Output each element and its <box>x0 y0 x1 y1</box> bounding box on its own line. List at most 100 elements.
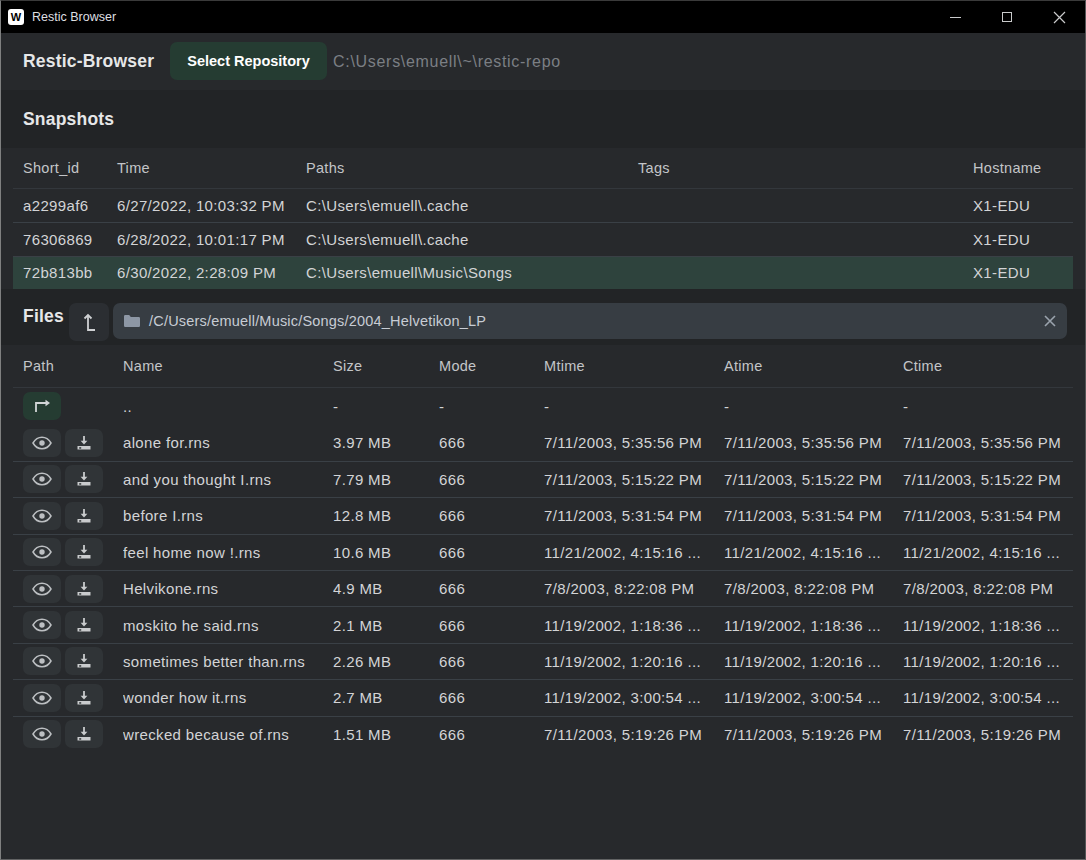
snapshot-time: 6/28/2022, 10:01:17 PM <box>117 231 306 248</box>
download-file-button[interactable] <box>65 502 103 530</box>
download-icon <box>76 581 92 597</box>
file-mode: 666 <box>439 617 544 634</box>
file-row[interactable]: Helvikone.rns 4.9 MB 666 7/8/2003, 8:22:… <box>13 570 1073 606</box>
download-file-button[interactable] <box>65 611 103 639</box>
file-ctime: 11/21/2002, 4:15:16 ... <box>903 544 1073 561</box>
col-paths: Paths <box>306 160 638 176</box>
file-mtime: 11/19/2002, 1:20:16 ... <box>544 653 724 670</box>
minimize-button[interactable] <box>929 1 981 33</box>
file-atime: 7/11/2003, 5:15:22 PM <box>724 471 903 488</box>
snapshot-paths: C:\Users\emuell\.cache <box>306 231 638 248</box>
window-controls <box>929 1 1085 33</box>
file-ctime: 7/8/2003, 8:22:08 PM <box>903 580 1073 597</box>
snapshot-paths: C:\Users\emuell\Music\Songs <box>306 264 638 281</box>
file-mtime: 7/11/2003, 5:19:26 PM <box>544 726 724 743</box>
file-size: 2.1 MB <box>333 617 439 634</box>
file-row[interactable]: moskito he said.rns 2.1 MB 666 11/19/200… <box>13 606 1073 642</box>
download-icon <box>76 690 92 706</box>
parent-directory-row[interactable]: .. - - - - - <box>13 388 1073 424</box>
snapshot-row[interactable]: 76306869 6/28/2022, 10:01:17 PM C:\Users… <box>13 222 1073 255</box>
download-file-button[interactable] <box>65 720 103 748</box>
file-row[interactable]: and you thought I.rns 7.79 MB 666 7/11/2… <box>13 461 1073 497</box>
file-mtime: 11/19/2002, 3:00:54 ... <box>544 689 724 706</box>
file-ctime: 11/19/2002, 3:00:54 ... <box>903 689 1073 706</box>
file-atime: 7/8/2003, 8:22:08 PM <box>724 580 903 597</box>
files-table-header: Path Name Size Mode Mtime Atime Ctime <box>13 345 1073 388</box>
file-ctime: 11/19/2002, 1:18:36 ... <box>903 617 1073 634</box>
col-path: Path <box>23 358 123 374</box>
maximize-icon <box>1002 12 1012 22</box>
file-name: feel home now !.rns <box>123 544 333 561</box>
download-icon <box>76 508 92 524</box>
download-icon <box>76 653 92 669</box>
file-atime: 11/21/2002, 4:15:16 ... <box>724 544 903 561</box>
snapshots-table-header: Short_id Time Paths Tags Hostname <box>13 148 1073 189</box>
file-size: 12.8 MB <box>333 507 439 524</box>
preview-file-button[interactable] <box>23 502 61 530</box>
file-mtime: - <box>544 398 724 415</box>
snapshots-band: Snapshots <box>1 90 1085 148</box>
preview-file-button[interactable] <box>23 647 61 675</box>
maximize-button[interactable] <box>981 1 1033 33</box>
minimize-icon <box>950 17 961 18</box>
download-file-button[interactable] <box>65 429 103 457</box>
download-icon <box>76 726 92 742</box>
toggle-tree-button[interactable] <box>69 303 109 341</box>
eye-icon <box>32 691 52 705</box>
file-atime: 7/11/2003, 5:31:54 PM <box>724 507 903 524</box>
preview-file-button[interactable] <box>23 429 61 457</box>
snapshot-short-id: a2299af6 <box>23 197 117 214</box>
file-ctime: 7/11/2003, 5:19:26 PM <box>903 726 1073 743</box>
col-mtime: Mtime <box>544 358 724 374</box>
file-mode: 666 <box>439 653 544 670</box>
download-file-button[interactable] <box>65 647 103 675</box>
download-file-button[interactable] <box>65 684 103 712</box>
file-mode: 666 <box>439 726 544 743</box>
file-size: 2.26 MB <box>333 653 439 670</box>
file-mode: 666 <box>439 544 544 561</box>
preview-file-button[interactable] <box>23 720 61 748</box>
app-name: Restic-Browser <box>23 51 154 72</box>
snapshot-row[interactable]: 72b813bb 6/30/2022, 2:28:09 PM C:\Users\… <box>13 256 1073 289</box>
file-ctime: - <box>903 398 1073 415</box>
preview-file-button[interactable] <box>23 575 61 603</box>
repository-path: C:\Users\emuell\~\restic-repo <box>333 33 561 90</box>
download-file-button[interactable] <box>65 575 103 603</box>
file-name: and you thought I.rns <box>123 471 333 488</box>
file-size: 1.51 MB <box>333 726 439 743</box>
file-size: 2.7 MB <box>333 689 439 706</box>
snapshot-paths: C:\Users\emuell\.cache <box>306 197 638 214</box>
preview-file-button[interactable] <box>23 538 61 566</box>
file-row[interactable]: wonder how it.rns 2.7 MB 666 11/19/2002,… <box>13 679 1073 715</box>
file-mode: 666 <box>439 689 544 706</box>
download-file-button[interactable] <box>65 538 103 566</box>
file-name: alone for.rns <box>123 434 333 451</box>
files-path-input[interactable]: /C/Users/emuell/Music/Songs/2004_Helveti… <box>113 303 1067 339</box>
col-name: Name <box>123 358 333 374</box>
preview-file-button[interactable] <box>23 684 61 712</box>
close-button[interactable] <box>1033 1 1085 33</box>
snapshot-hostname: X1-EDU <box>973 197 1073 214</box>
file-row[interactable]: before I.rns 12.8 MB 666 7/11/2003, 5:31… <box>13 497 1073 533</box>
file-atime: 11/19/2002, 3:00:54 ... <box>724 689 903 706</box>
clear-path-button[interactable] <box>1044 315 1056 327</box>
file-row[interactable]: sometimes better than.rns 2.26 MB 666 11… <box>13 643 1073 679</box>
file-size: 7.79 MB <box>333 471 439 488</box>
file-row[interactable]: feel home now !.rns 10.6 MB 666 11/21/20… <box>13 534 1073 570</box>
snapshots-table: Short_id Time Paths Tags Hostname a2299a… <box>1 148 1085 289</box>
go-up-button[interactable] <box>23 392 61 420</box>
col-hostname: Hostname <box>973 160 1073 176</box>
file-row[interactable]: wrecked because of.rns 1.51 MB 666 7/11/… <box>13 716 1073 752</box>
download-icon <box>76 544 92 560</box>
eye-icon <box>32 582 52 596</box>
select-repository-button[interactable]: Select Repository <box>170 42 327 80</box>
file-mode: 666 <box>439 507 544 524</box>
snapshot-row[interactable]: a2299af6 6/27/2022, 10:03:32 PM C:\Users… <box>13 189 1073 222</box>
preview-file-button[interactable] <box>23 465 61 493</box>
tree-toggle-icon <box>80 310 98 334</box>
file-atime: 11/19/2002, 1:20:16 ... <box>724 653 903 670</box>
preview-file-button[interactable] <box>23 611 61 639</box>
file-ctime: 7/11/2003, 5:31:54 PM <box>903 507 1073 524</box>
download-file-button[interactable] <box>65 465 103 493</box>
file-row[interactable]: alone for.rns 3.97 MB 666 7/11/2003, 5:3… <box>13 424 1073 460</box>
